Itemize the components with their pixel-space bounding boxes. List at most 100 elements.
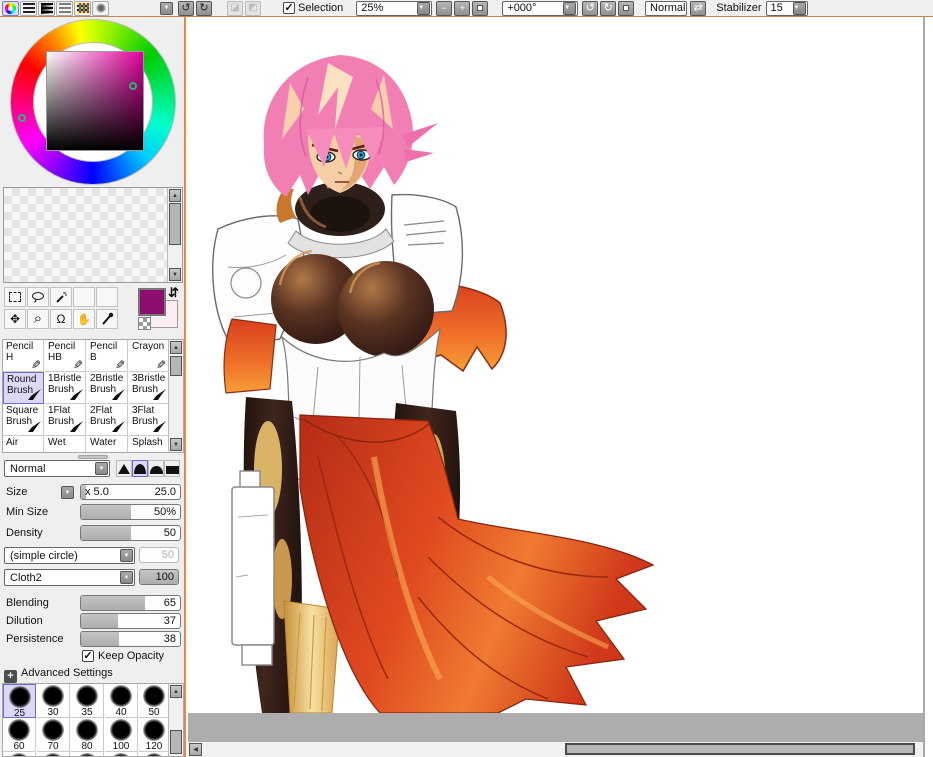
min-size-slider[interactable]: 50% bbox=[80, 504, 181, 520]
color-wheel[interactable] bbox=[10, 19, 176, 185]
hue-picker-cursor[interactable] bbox=[18, 114, 26, 122]
chevron-down-icon[interactable]: ▼ bbox=[120, 571, 133, 584]
density-slider[interactable]: 50 bbox=[80, 525, 181, 541]
edge-shape-round-button[interactable] bbox=[132, 460, 148, 477]
move-tool[interactable]: ✥ bbox=[4, 309, 26, 329]
blending-slider[interactable]: 65 bbox=[80, 595, 181, 611]
angle-dropdown-button[interactable]: ▼ bbox=[563, 1, 577, 15]
brush-size-preset-selected[interactable]: 25 bbox=[3, 684, 36, 719]
scratchpad-scrollbar[interactable]: ▲ ▼ bbox=[167, 188, 182, 282]
scroll-down-icon[interactable]: ▼ bbox=[170, 438, 182, 451]
brush-size-preset[interactable]: 50 bbox=[139, 684, 170, 718]
scroll-up-icon[interactable]: ▲ bbox=[170, 685, 182, 698]
zoom-out-button[interactable]: − bbox=[436, 0, 453, 16]
dilution-slider[interactable]: 37 bbox=[80, 613, 181, 629]
brush-cell[interactable]: Wet bbox=[45, 436, 86, 452]
zoom-level-box[interactable]: 25% ▼ bbox=[356, 0, 433, 16]
rotate-ccw-button[interactable]: ↺ bbox=[582, 0, 599, 16]
stabilizer-dropdown-button[interactable]: ▼ bbox=[792, 1, 806, 15]
brush-size-preset[interactable] bbox=[3, 752, 36, 756]
character-artwork[interactable] bbox=[188, 17, 925, 713]
brush-cell-selected[interactable]: Round Brush bbox=[3, 372, 44, 404]
brush-size-preset[interactable]: 35 bbox=[71, 684, 104, 718]
brush-cell[interactable]: Water bbox=[87, 436, 128, 452]
brush-size-preset[interactable]: 100 bbox=[105, 718, 138, 752]
zoom-dropdown-button[interactable]: ▼ bbox=[417, 1, 431, 15]
brush-size-preset[interactable]: 120 bbox=[139, 718, 170, 752]
advanced-settings-toggle[interactable]: + Advanced Settings bbox=[4, 667, 113, 683]
brush-grid-scrollbar[interactable]: ▲ ▼ bbox=[168, 340, 183, 452]
magic-wand-tool[interactable] bbox=[50, 287, 72, 307]
hsv-sliders-panel-button[interactable] bbox=[38, 0, 55, 16]
canvas-area[interactable]: ◀ bbox=[188, 17, 925, 757]
brush-size-preset[interactable] bbox=[37, 752, 70, 756]
scratchpad[interactable]: ▲ ▼ bbox=[3, 187, 183, 283]
rgb-sliders-panel-button[interactable] bbox=[20, 0, 37, 16]
scrollbar-thumb[interactable] bbox=[169, 203, 181, 245]
chevron-down-icon[interactable]: ▼ bbox=[120, 549, 133, 562]
edge-shape-soft-button[interactable] bbox=[148, 460, 164, 477]
hand-tool[interactable]: ✋ bbox=[73, 309, 95, 329]
swatches-panel-button[interactable] bbox=[56, 0, 73, 16]
brush-cell[interactable]: 2Bristle Brush bbox=[87, 372, 128, 404]
texture-dropdown[interactable]: Cloth2 ▼ bbox=[4, 569, 135, 586]
brush-size-preset[interactable]: 30 bbox=[37, 684, 70, 718]
brush-cell[interactable]: Splash bbox=[129, 436, 169, 452]
scroll-up-icon[interactable]: ▲ bbox=[169, 189, 181, 202]
horizontal-scrollbar[interactable]: ◀ bbox=[188, 742, 925, 757]
rotate-cw-button[interactable]: ↻ bbox=[600, 0, 617, 16]
brush-cell[interactable]: Pencil B ✎ bbox=[87, 340, 128, 372]
zoom-reset-button[interactable] bbox=[472, 0, 489, 16]
transparent-color-button[interactable] bbox=[138, 317, 151, 330]
panel-more-dropdown-button[interactable]: ▼ bbox=[160, 1, 173, 15]
color-palette-panel-button[interactable] bbox=[74, 0, 91, 16]
keep-opacity-checkbox[interactable] bbox=[82, 650, 94, 662]
texture-strength-slider[interactable]: 100 bbox=[139, 569, 179, 585]
rect-select-tool[interactable] bbox=[4, 287, 26, 307]
rotate-reset-button[interactable] bbox=[618, 0, 635, 16]
brush-size-preset[interactable] bbox=[71, 752, 104, 756]
swap-colors-icon[interactable]: ⇵ bbox=[168, 285, 179, 301]
brush-cell[interactable]: 1Bristle Brush bbox=[45, 372, 86, 404]
saturation-value-square[interactable] bbox=[46, 51, 144, 151]
edge-shape-flat-button[interactable] bbox=[164, 460, 180, 477]
panel-resize-gripper[interactable] bbox=[78, 455, 108, 459]
canvas-angle-box[interactable]: +000° ▼ bbox=[502, 0, 579, 16]
sv-picker-cursor[interactable] bbox=[129, 82, 137, 90]
scrollbar-thumb[interactable] bbox=[170, 730, 182, 754]
brush-cell[interactable]: 2Flat Brush bbox=[87, 404, 128, 436]
size-slider[interactable]: x 5.0 25.0 bbox=[80, 484, 181, 500]
brush-size-preset[interactable]: 70 bbox=[37, 718, 70, 752]
stabilizer-box[interactable]: 15 ▼ bbox=[765, 0, 808, 16]
lasso-tool[interactable] bbox=[27, 287, 49, 307]
eyedropper-tool[interactable] bbox=[96, 309, 118, 329]
scroll-up-icon[interactable]: ▲ bbox=[170, 341, 182, 354]
brush-cell[interactable]: Crayon ✎ bbox=[129, 340, 169, 372]
brush-size-preset[interactable] bbox=[139, 752, 170, 756]
scroll-down-icon[interactable]: ▼ bbox=[169, 268, 181, 281]
brush-shape-dropdown[interactable]: (simple circle) ▼ bbox=[4, 547, 135, 564]
scratchpad-panel-button[interactable] bbox=[92, 0, 109, 16]
chevron-down-icon[interactable]: ▼ bbox=[95, 462, 108, 475]
redo-button[interactable]: ↻ bbox=[196, 0, 212, 16]
blend-mode-dropdown[interactable]: Normal ▼ bbox=[4, 460, 110, 477]
scrollbar-thumb[interactable] bbox=[170, 356, 182, 376]
empty-tool-slot[interactable] bbox=[73, 287, 95, 307]
brush-size-preset[interactable] bbox=[105, 752, 138, 756]
brush-size-preset[interactable]: 40 bbox=[105, 684, 138, 718]
brush-cell[interactable]: Pencil H ✎ bbox=[3, 340, 44, 372]
brush-cell[interactable]: 3Flat Brush bbox=[129, 404, 169, 436]
brush-cell[interactable]: Square Brush bbox=[3, 404, 44, 436]
undo-button[interactable]: ↺ bbox=[178, 0, 194, 16]
size-unit-dropdown-button[interactable]: ▼ bbox=[61, 486, 74, 499]
brush-cell[interactable]: Pencil HB ✎ bbox=[45, 340, 86, 372]
flip-horizontal-button[interactable]: ⇄ bbox=[690, 0, 707, 16]
rotate-canvas-tool[interactable]: Ω bbox=[50, 309, 72, 329]
primary-color-swatch[interactable] bbox=[138, 288, 166, 316]
selection-checkbox[interactable] bbox=[283, 2, 295, 14]
brush-cell[interactable]: 1Flat Brush bbox=[45, 404, 86, 436]
scrollbar-thumb[interactable] bbox=[565, 743, 915, 755]
zoom-tool[interactable]: ⌕ bbox=[27, 309, 49, 329]
brush-cell[interactable]: Air bbox=[3, 436, 44, 452]
brush-size-preset[interactable]: 60 bbox=[3, 718, 36, 752]
